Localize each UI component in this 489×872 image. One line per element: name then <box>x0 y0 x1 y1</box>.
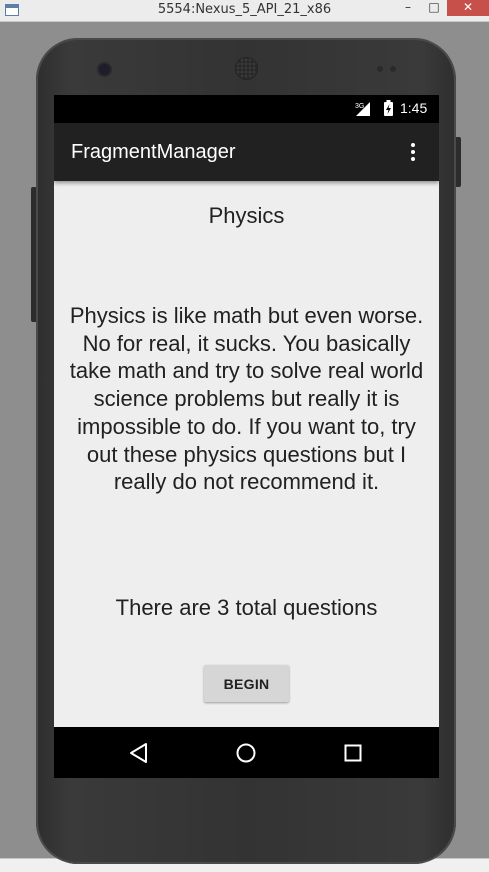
navigation-bar <box>54 727 439 778</box>
front-camera <box>99 64 110 75</box>
close-window-button[interactable]: ✕ <box>447 0 489 16</box>
minimize-button[interactable]: – <box>396 0 420 16</box>
maximize-button[interactable]: □ <box>422 0 446 16</box>
network-type-label: 3G <box>355 103 364 110</box>
back-icon[interactable] <box>126 739 154 767</box>
subject-description: Physics is like math but even worse. No … <box>69 303 424 495</box>
battery-icon <box>384 100 393 116</box>
status-time: 1:45 <box>400 100 428 116</box>
overflow-menu-icon[interactable] <box>404 141 424 165</box>
app-bar: FragmentManager <box>54 123 439 181</box>
device-screen: 3G 1:45 FragmentManager Physics Physics … <box>54 95 439 778</box>
home-icon[interactable] <box>232 739 260 767</box>
earpiece-speaker <box>236 58 257 79</box>
cell-signal-icon: 3G <box>355 102 370 116</box>
emulator-title-bar: 5554:Nexus_5_API_21_x86 – □ ✕ <box>0 0 489 22</box>
subject-title: Physics <box>208 203 285 228</box>
recents-icon[interactable] <box>339 739 367 767</box>
app-title: FragmentManager <box>71 141 236 163</box>
begin-button[interactable]: BEGIN <box>204 665 289 702</box>
light-sensor <box>390 66 396 72</box>
fragment-content: Physics Physics is like math but even wo… <box>54 181 439 727</box>
proximity-sensor <box>377 66 383 72</box>
status-bar: 3G 1:45 <box>54 95 439 123</box>
question-count-text: There are 3 total questions <box>115 595 378 620</box>
